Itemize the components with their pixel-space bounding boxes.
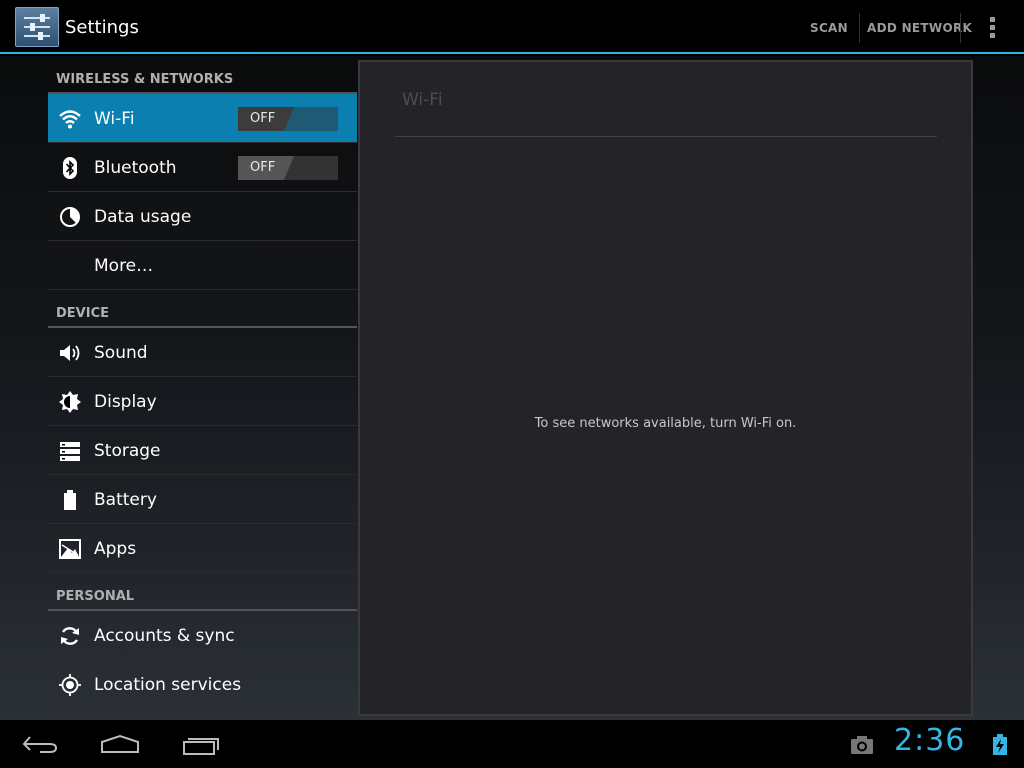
navigation-bar <box>0 720 1024 768</box>
divider <box>859 13 860 43</box>
settings-item-label: Location services <box>94 675 242 695</box>
divider <box>395 136 937 137</box>
main-area: WIRELESS & NETWORKS Wi-Fi OFF Bluetooth … <box>0 56 1024 720</box>
settings-list[interactable]: WIRELESS & NETWORKS Wi-Fi OFF Bluetooth … <box>48 56 357 720</box>
settings-item-sound[interactable]: Sound <box>48 328 357 377</box>
back-icon[interactable] <box>16 728 68 760</box>
home-icon[interactable] <box>94 728 146 760</box>
bluetooth-icon <box>58 156 82 180</box>
settings-item-apps[interactable]: Apps <box>48 524 357 573</box>
panel-title: Wi-Fi <box>402 90 443 110</box>
settings-item-label: Display <box>94 392 157 412</box>
display-icon <box>58 390 82 414</box>
overflow-menu-icon[interactable] <box>986 16 998 40</box>
storage-icon <box>58 439 82 463</box>
settings-item-label: More… <box>94 256 154 276</box>
empty-state-message: To see networks available, turn Wi-Fi on… <box>534 416 797 431</box>
settings-item-more[interactable]: More… <box>48 241 357 290</box>
settings-item-accounts-sync[interactable]: Accounts & sync <box>48 611 357 660</box>
camera-icon[interactable] <box>846 728 878 760</box>
wifi-icon <box>58 107 82 131</box>
settings-item-label: Bluetooth <box>94 158 177 178</box>
settings-item-label: Accounts & sync <box>94 626 235 646</box>
settings-item-label: Apps <box>94 539 137 559</box>
section-header-personal: PERSONAL <box>48 573 357 611</box>
data-usage-icon <box>58 205 82 229</box>
settings-item-label: Battery <box>94 490 157 510</box>
page-title: Settings <box>65 17 139 38</box>
toggle-state: OFF <box>250 160 276 175</box>
settings-item-location[interactable]: Location services <box>48 660 357 709</box>
section-header-device: DEVICE <box>48 290 357 328</box>
settings-item-storage[interactable]: Storage <box>48 426 357 475</box>
battery-charging-icon[interactable] <box>988 728 1012 760</box>
bluetooth-toggle[interactable]: OFF <box>238 156 338 180</box>
settings-item-label: Wi-Fi <box>94 109 135 129</box>
apps-icon <box>58 537 82 561</box>
toggle-state: OFF <box>250 111 276 126</box>
recent-apps-icon[interactable] <box>174 728 226 760</box>
battery-icon <box>58 488 82 512</box>
sound-icon <box>58 341 82 365</box>
section-header-wireless: WIRELESS & NETWORKS <box>48 56 357 94</box>
settings-item-bluetooth[interactable]: Bluetooth OFF <box>48 143 357 192</box>
settings-item-battery[interactable]: Battery <box>48 475 357 524</box>
add-network-button[interactable]: ADD NETWORK <box>867 0 972 52</box>
scan-button[interactable]: SCAN <box>810 0 848 52</box>
location-icon <box>58 673 82 697</box>
sync-icon <box>58 624 82 648</box>
wifi-toggle[interactable]: OFF <box>238 107 338 131</box>
wifi-detail-panel: Wi-Fi To see networks available, turn Wi… <box>358 60 973 716</box>
settings-item-label: Sound <box>94 343 148 363</box>
divider <box>960 13 961 43</box>
status-clock: 2:36 <box>894 723 966 758</box>
settings-item-label: Storage <box>94 441 161 461</box>
action-bar: Settings SCAN ADD NETWORK <box>0 0 1024 54</box>
settings-item-label: Data usage <box>94 207 192 227</box>
settings-item-data-usage[interactable]: Data usage <box>48 192 357 241</box>
settings-item-display[interactable]: Display <box>48 377 357 426</box>
settings-item-wifi[interactable]: Wi-Fi OFF <box>48 94 357 143</box>
settings-app-icon[interactable] <box>15 7 59 47</box>
